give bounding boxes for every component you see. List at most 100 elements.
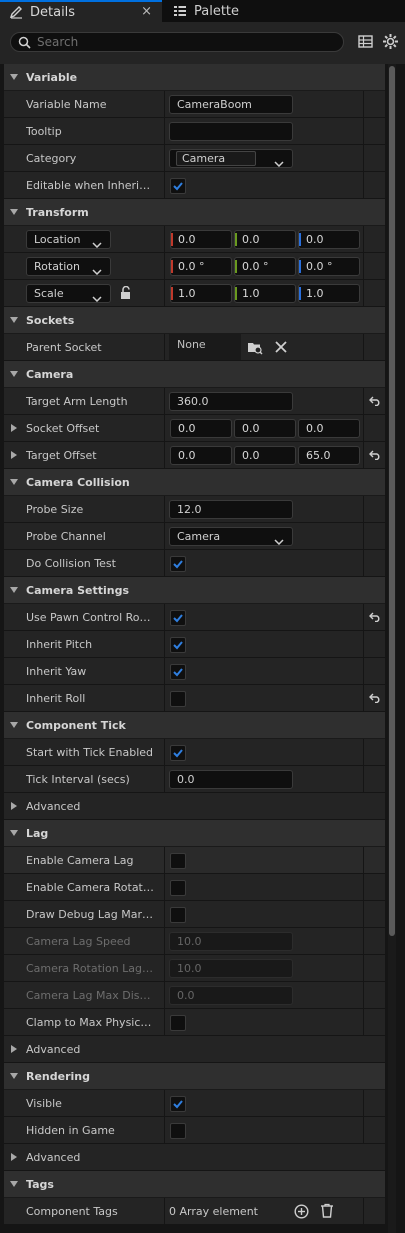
tooltip-field[interactable] bbox=[169, 122, 293, 141]
target-offset-y-field[interactable]: 0.0 bbox=[234, 446, 296, 465]
chevron-right-icon bbox=[11, 451, 17, 459]
variable-name-field[interactable]: CameraBoom bbox=[169, 95, 293, 114]
socket-offset-y-field[interactable]: 0.0 bbox=[234, 419, 296, 438]
row-rendering-advanced[interactable]: Advanced bbox=[4, 1144, 385, 1171]
folder-search-icon[interactable] bbox=[247, 340, 263, 355]
rotation-x-field[interactable]: 0.0 ° bbox=[170, 257, 232, 276]
section-title: Component Tick bbox=[26, 719, 126, 732]
scale-x-field[interactable]: 1.0 bbox=[170, 284, 232, 303]
table-view-icon[interactable] bbox=[358, 34, 373, 49]
section-component-tick[interactable]: Component Tick bbox=[4, 712, 385, 739]
socket-offset-x-field[interactable]: 0.0 bbox=[170, 419, 232, 438]
section-camera-settings[interactable]: Camera Settings bbox=[4, 577, 385, 604]
category-editable-field[interactable]: Camera bbox=[176, 151, 256, 166]
row-inherit-pitch: Inherit Pitch bbox=[4, 631, 385, 658]
row-parent-socket: Parent Socket None bbox=[4, 334, 385, 361]
section-sockets[interactable]: Sockets bbox=[4, 307, 385, 334]
chevron-down-icon bbox=[274, 533, 284, 550]
property-label: Visible bbox=[26, 1097, 62, 1110]
start-with-tick-enabled-checkbox[interactable] bbox=[170, 745, 186, 761]
unlock-icon[interactable] bbox=[120, 286, 133, 300]
enable-camera-rotation-lag-checkbox[interactable] bbox=[170, 880, 186, 896]
scrollbar-thumb[interactable] bbox=[389, 66, 395, 936]
location-y-field[interactable]: 0.0 bbox=[234, 230, 296, 249]
scale-y-field[interactable]: 1.0 bbox=[234, 284, 296, 303]
scale-mode-label: Scale bbox=[34, 287, 64, 300]
target-offset-x-field[interactable]: 0.0 bbox=[170, 446, 232, 465]
inherit-pitch-checkbox[interactable] bbox=[170, 637, 186, 653]
property-label: Parent Socket bbox=[26, 341, 102, 354]
target-arm-length-field[interactable]: 360.0 bbox=[169, 392, 293, 411]
section-camera-collision[interactable]: Camera Collision bbox=[4, 469, 385, 496]
chevron-down-icon bbox=[10, 722, 18, 728]
row-draw-debug-lag-markers: Draw Debug Lag Markers bbox=[4, 901, 385, 928]
inherit-roll-checkbox[interactable] bbox=[170, 691, 186, 707]
probe-channel-dropdown[interactable]: Camera bbox=[169, 527, 293, 546]
hidden-in-game-checkbox[interactable] bbox=[170, 1123, 186, 1139]
tab-palette[interactable]: Palette bbox=[164, 0, 334, 22]
row-rotation: Rotation 0.0 ° 0.0 ° 0.0 ° bbox=[4, 253, 385, 280]
row-socket-offset[interactable]: Socket Offset 0.0 0.0 0.0 bbox=[4, 415, 385, 442]
reset-to-default-icon[interactable] bbox=[369, 396, 381, 406]
gear-icon[interactable] bbox=[382, 33, 399, 50]
section-tags[interactable]: Tags bbox=[4, 1171, 385, 1198]
property-label: Socket Offset bbox=[26, 422, 100, 435]
clear-icon[interactable] bbox=[275, 341, 287, 353]
rotation-mode-dropdown[interactable]: Rotation bbox=[26, 257, 111, 276]
reset-to-default-icon[interactable] bbox=[369, 693, 381, 703]
tick-interval-field[interactable]: 0.0 bbox=[169, 770, 293, 789]
reset-to-default-icon[interactable] bbox=[369, 450, 381, 460]
row-tick-advanced[interactable]: Advanced bbox=[4, 793, 385, 820]
section-camera[interactable]: Camera bbox=[4, 361, 385, 388]
inherit-yaw-checkbox[interactable] bbox=[170, 664, 186, 680]
rotation-z-field[interactable]: 0.0 ° bbox=[298, 257, 360, 276]
search-input[interactable] bbox=[37, 35, 317, 49]
chevron-down-icon bbox=[92, 263, 102, 280]
reset-to-default-icon[interactable] bbox=[369, 612, 381, 622]
location-mode-label: Location bbox=[34, 233, 81, 246]
editable-when-inherited-checkbox[interactable] bbox=[170, 178, 186, 194]
chevron-down-icon bbox=[10, 1073, 18, 1079]
use-pawn-control-rotation-checkbox[interactable] bbox=[170, 610, 186, 626]
section-transform[interactable]: Transform bbox=[4, 199, 385, 226]
target-offset-z-field[interactable]: 65.0 bbox=[298, 446, 360, 465]
section-rendering[interactable]: Rendering bbox=[4, 1063, 385, 1090]
property-label: Use Pawn Control Rotation bbox=[26, 611, 154, 624]
rotation-y-field[interactable]: 0.0 ° bbox=[234, 257, 296, 276]
location-mode-dropdown[interactable]: Location bbox=[26, 230, 111, 249]
property-label: Hidden in Game bbox=[26, 1124, 115, 1137]
socket-offset-z-field[interactable]: 0.0 bbox=[298, 419, 360, 438]
tab-details[interactable]: Details × bbox=[0, 0, 162, 22]
do-collision-test-checkbox[interactable] bbox=[170, 556, 186, 572]
row-component-tags: Component Tags 0 Array element bbox=[4, 1198, 385, 1225]
scale-z-field[interactable]: 1.0 bbox=[298, 284, 360, 303]
row-scale: Scale 1.0 1.0 1.0 bbox=[4, 280, 385, 307]
probe-size-field[interactable]: 12.0 bbox=[169, 500, 293, 519]
location-x-field[interactable]: 0.0 bbox=[170, 230, 232, 249]
add-element-icon[interactable] bbox=[294, 1204, 309, 1219]
clamp-to-max-physics-checkbox[interactable] bbox=[170, 1015, 186, 1031]
category-dropdown[interactable]: Camera bbox=[169, 149, 293, 168]
location-z-field[interactable]: 0.0 bbox=[298, 230, 360, 249]
chevron-down-icon bbox=[10, 830, 18, 836]
row-target-offset[interactable]: Target Offset 0.0 0.0 65.0 bbox=[4, 442, 385, 469]
probe-channel-value: Camera bbox=[177, 530, 221, 543]
scale-mode-dropdown[interactable]: Scale bbox=[26, 284, 111, 303]
visible-checkbox[interactable] bbox=[170, 1096, 186, 1112]
enable-camera-lag-checkbox[interactable] bbox=[170, 853, 186, 869]
property-label: Category bbox=[26, 152, 77, 165]
trash-icon[interactable] bbox=[320, 1203, 334, 1218]
draw-debug-lag-markers-checkbox[interactable] bbox=[170, 907, 186, 923]
search-box[interactable] bbox=[10, 32, 344, 52]
section-title: Lag bbox=[26, 827, 49, 840]
property-label: Variable Name bbox=[26, 98, 107, 111]
section-lag[interactable]: Lag bbox=[4, 820, 385, 847]
section-title: Sockets bbox=[26, 314, 75, 327]
chevron-right-icon bbox=[11, 1153, 17, 1161]
property-label: Enable Camera Rotation Lag bbox=[26, 881, 154, 894]
close-icon[interactable]: × bbox=[141, 4, 152, 19]
row-lag-advanced[interactable]: Advanced bbox=[4, 1036, 385, 1063]
row-camera-lag-speed: Camera Lag Speed 10.0 bbox=[4, 928, 385, 955]
section-variable[interactable]: Variable bbox=[4, 64, 385, 91]
property-label: Component Tags bbox=[26, 1205, 118, 1218]
